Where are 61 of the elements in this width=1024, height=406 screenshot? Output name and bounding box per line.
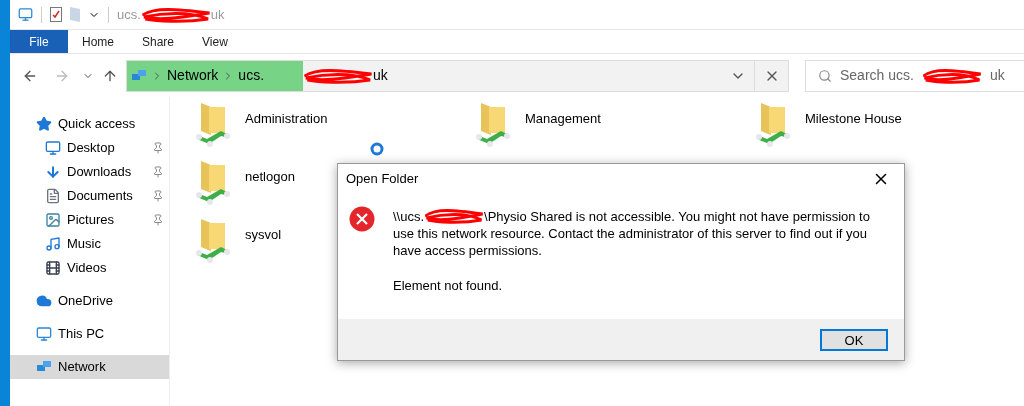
star-icon — [36, 116, 52, 132]
dialog-title: Open Folder — [346, 170, 420, 189]
folder-name[interactable]: sysvol — [245, 225, 282, 245]
search-field[interactable]: Search ucs. uk — [805, 59, 1024, 92]
busy-cursor-icon — [370, 142, 384, 156]
search-placeholder: uk — [989, 66, 1005, 85]
sidebar-item[interactable]: Videos — [10, 256, 169, 280]
document-icon — [45, 188, 61, 204]
monitor-icon — [45, 140, 61, 156]
pin-icon[interactable] — [152, 166, 164, 178]
pin-icon[interactable] — [152, 214, 164, 226]
ribbon-tab[interactable]: View — [188, 30, 242, 53]
breadcrumb[interactable]: uk — [373, 65, 388, 86]
sidebar-item[interactable]: This PC — [10, 322, 169, 346]
sidebar-item[interactable]: OneDrive — [10, 289, 169, 313]
breadcrumb[interactable]: Network — [167, 65, 219, 86]
network-folder-icon — [755, 101, 791, 147]
sidebar-item[interactable]: Network — [10, 355, 169, 379]
pin-icon[interactable] — [152, 190, 164, 202]
computer-icon — [36, 326, 52, 342]
error-message: use this network resource. Contact the administrator of this server to find out if you have access permissions. — [393, 225, 868, 259]
cloud-icon — [36, 293, 52, 309]
ribbon-tab[interactable]: File — [10, 30, 68, 53]
network-folder-icon — [195, 159, 231, 205]
search-icon — [818, 68, 832, 83]
window-title: uk — [210, 5, 225, 24]
error-message: \Physio Shared is not accessible. You might not have permission to — [484, 208, 870, 225]
properties-icon[interactable] — [50, 7, 62, 22]
redaction-scribble — [424, 208, 485, 224]
address-bar[interactable]: Network ucs. uk — [126, 59, 789, 92]
ribbon-tab[interactable]: Home — [68, 30, 128, 53]
folder-name[interactable]: netlogon — [245, 167, 295, 187]
folder-name[interactable]: Management — [525, 109, 601, 129]
error-icon — [349, 206, 375, 232]
network-folder-icon — [195, 217, 231, 263]
folder-name[interactable]: Administration — [245, 109, 328, 129]
ribbon-tab[interactable]: Share — [128, 30, 189, 53]
window-title: ucs. — [117, 5, 141, 24]
breadcrumb[interactable]: ucs. — [238, 65, 265, 86]
download-icon — [45, 164, 61, 180]
folder-name[interactable]: Milestone House — [805, 109, 902, 129]
redaction-scribble — [140, 6, 211, 23]
film-icon — [45, 260, 61, 276]
sidebar-item[interactable]: Documents — [10, 184, 169, 208]
sidebar-item[interactable]: Desktop — [10, 136, 169, 160]
network-folder-icon — [475, 101, 511, 147]
music-icon — [45, 236, 61, 252]
image-icon — [45, 212, 61, 228]
redaction-scribble — [921, 67, 982, 84]
ok-button[interactable]: OK — [820, 328, 888, 351]
search-placeholder: Search ucs. — [840, 66, 914, 85]
sidebar-item[interactable]: Downloads — [10, 160, 169, 184]
pin-icon[interactable] — [152, 142, 164, 154]
redaction-scribble — [303, 67, 373, 84]
computer-icon[interactable] — [18, 7, 33, 22]
network-folder-icon — [195, 101, 231, 147]
error-message: \\ucs. — [393, 208, 425, 225]
sidebar-item[interactable]: Pictures — [10, 208, 169, 232]
sidebar-item[interactable]: Music — [10, 232, 169, 256]
error-detail: Element not found. — [393, 277, 504, 294]
sidebar-item[interactable]: Quick access — [10, 112, 169, 136]
